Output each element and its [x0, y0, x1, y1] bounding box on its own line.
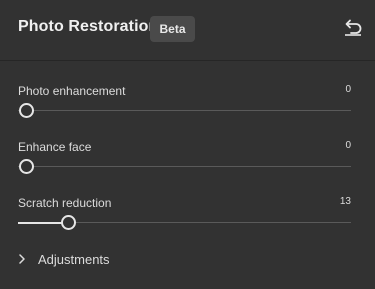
slider-thumb[interactable]	[60, 215, 76, 230]
section-adjustments[interactable]: Adjustments	[0, 245, 375, 275]
slider-thumb[interactable]	[18, 159, 34, 174]
chevron-right-icon	[19, 254, 25, 264]
slider-label: Enhance face	[18, 140, 92, 154]
slider-value: 13	[339, 196, 351, 207]
slider-enhance-face: Enhance face 0	[0, 140, 375, 190]
section-label: Adjustments	[38, 252, 110, 267]
header-divider	[0, 60, 375, 61]
panel-header: Photo Restoration Beta	[0, 0, 375, 60]
slider-label: Scratch reduction	[18, 196, 112, 210]
slider-value: 0	[345, 84, 351, 95]
slider-label: Photo enhancement	[18, 84, 126, 98]
slider-scratch-reduction: Scratch reduction 13	[0, 196, 375, 246]
slider-track[interactable]	[18, 159, 351, 174]
slider-track[interactable]	[18, 215, 351, 230]
slider-track[interactable]	[18, 103, 351, 118]
reset-undo-icon[interactable]	[343, 18, 363, 36]
slider-value: 0	[345, 140, 351, 151]
panel-title: Photo Restoration	[18, 18, 159, 35]
slider-photo-enhancement: Photo enhancement 0	[0, 84, 375, 134]
photo-restoration-panel: Photo Restoration Beta Photo enhancement…	[0, 0, 375, 289]
beta-badge: Beta	[150, 16, 195, 42]
slider-thumb[interactable]	[18, 103, 34, 118]
